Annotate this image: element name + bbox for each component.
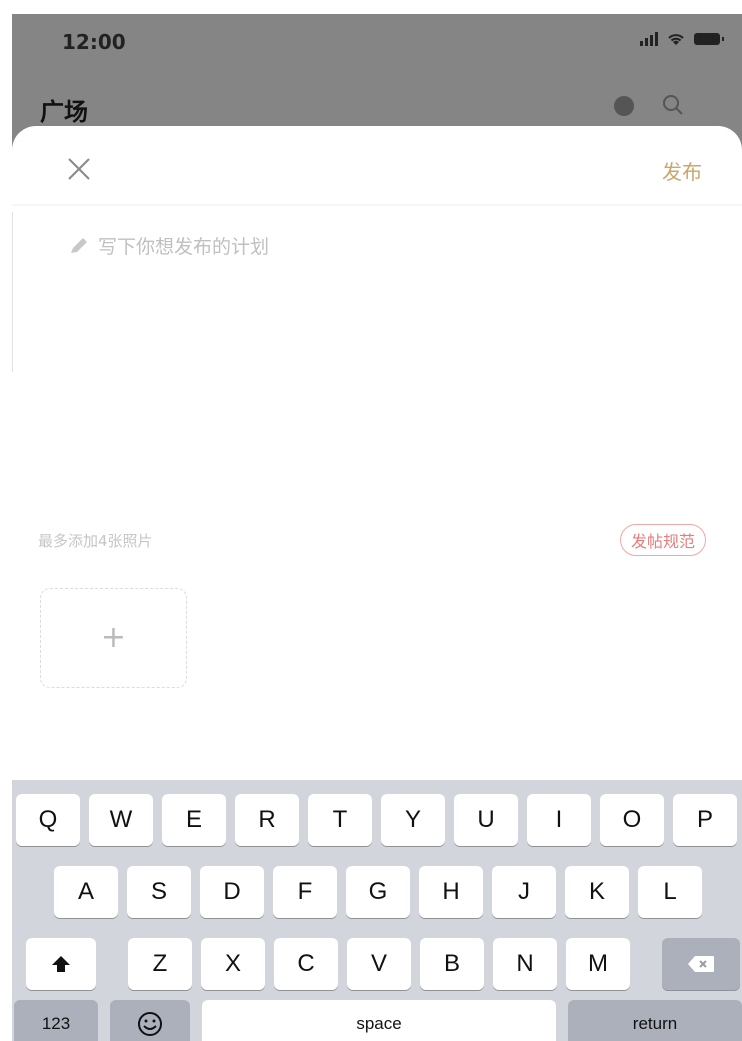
plus-icon: + xyxy=(100,620,127,655)
emoji-key[interactable] xyxy=(110,1000,190,1041)
shift-key[interactable] xyxy=(26,938,96,990)
key-p[interactable]: P xyxy=(673,794,737,846)
key-v[interactable]: V xyxy=(347,938,411,990)
keyboard: QWERTYUIOP ASDFGHJKL ZXCVBNM 123 space r… xyxy=(12,780,742,1041)
compose-input[interactable]: 写下你想发布的计划 xyxy=(98,232,269,259)
key-c[interactable]: C xyxy=(274,938,338,990)
divider xyxy=(12,204,742,206)
key-l[interactable]: L xyxy=(638,866,702,918)
key-z[interactable]: Z xyxy=(128,938,192,990)
key-j[interactable]: J xyxy=(492,866,556,918)
search-icon xyxy=(663,95,683,115)
key-q[interactable]: Q xyxy=(16,794,80,846)
wifi-icon xyxy=(668,34,684,45)
key-f[interactable]: F xyxy=(273,866,337,918)
key-i[interactable]: I xyxy=(527,794,591,846)
key-h[interactable]: H xyxy=(419,866,483,918)
key-y[interactable]: Y xyxy=(381,794,445,846)
space-key[interactable]: space xyxy=(202,1000,556,1041)
status-time: 12:00 xyxy=(62,30,126,54)
key-u[interactable]: U xyxy=(454,794,518,846)
key-r[interactable]: R xyxy=(235,794,299,846)
key-s[interactable]: S xyxy=(127,866,191,918)
photo-limit-label: 最多添加4张照片 xyxy=(38,532,153,550)
emoji-icon xyxy=(138,1012,162,1036)
key-t[interactable]: T xyxy=(308,794,372,846)
guidelines-button[interactable]: 发帖规范 xyxy=(619,524,706,556)
add-photo-button[interactable]: + xyxy=(40,588,187,688)
numbers-key[interactable]: 123 xyxy=(14,1000,98,1041)
scroll-indicator xyxy=(12,212,13,372)
backspace-key[interactable] xyxy=(662,938,740,990)
key-a[interactable]: A xyxy=(54,866,118,918)
key-x[interactable]: X xyxy=(201,938,265,990)
key-g[interactable]: G xyxy=(346,866,410,918)
pencil-icon xyxy=(71,238,87,253)
key-b[interactable]: B xyxy=(420,938,484,990)
close-icon[interactable] xyxy=(66,156,92,182)
key-m[interactable]: M xyxy=(566,938,630,990)
shift-icon xyxy=(52,956,70,972)
key-n[interactable]: N xyxy=(493,938,557,990)
key-w[interactable]: W xyxy=(89,794,153,846)
return-key[interactable]: return xyxy=(568,1000,742,1041)
key-d[interactable]: D xyxy=(200,866,264,918)
key-e[interactable]: E xyxy=(162,794,226,846)
battery-icon xyxy=(694,33,724,45)
send-icon xyxy=(614,96,634,116)
key-k[interactable]: K xyxy=(565,866,629,918)
backspace-icon xyxy=(688,956,714,972)
signal-icon xyxy=(640,32,658,46)
key-o[interactable]: O xyxy=(600,794,664,846)
app-frame: 12:00 广场 发布 写下你想发布的计划 最多添加4张照片 发帖规范 + Q … xyxy=(12,14,742,1041)
page-title: 广场 xyxy=(40,98,88,126)
compose-sheet: 发布 写下你想发布的计划 最多添加4张照片 发帖规范 + xyxy=(12,126,742,786)
publish-button[interactable]: 发布 xyxy=(662,156,702,185)
status-icons xyxy=(640,32,724,46)
